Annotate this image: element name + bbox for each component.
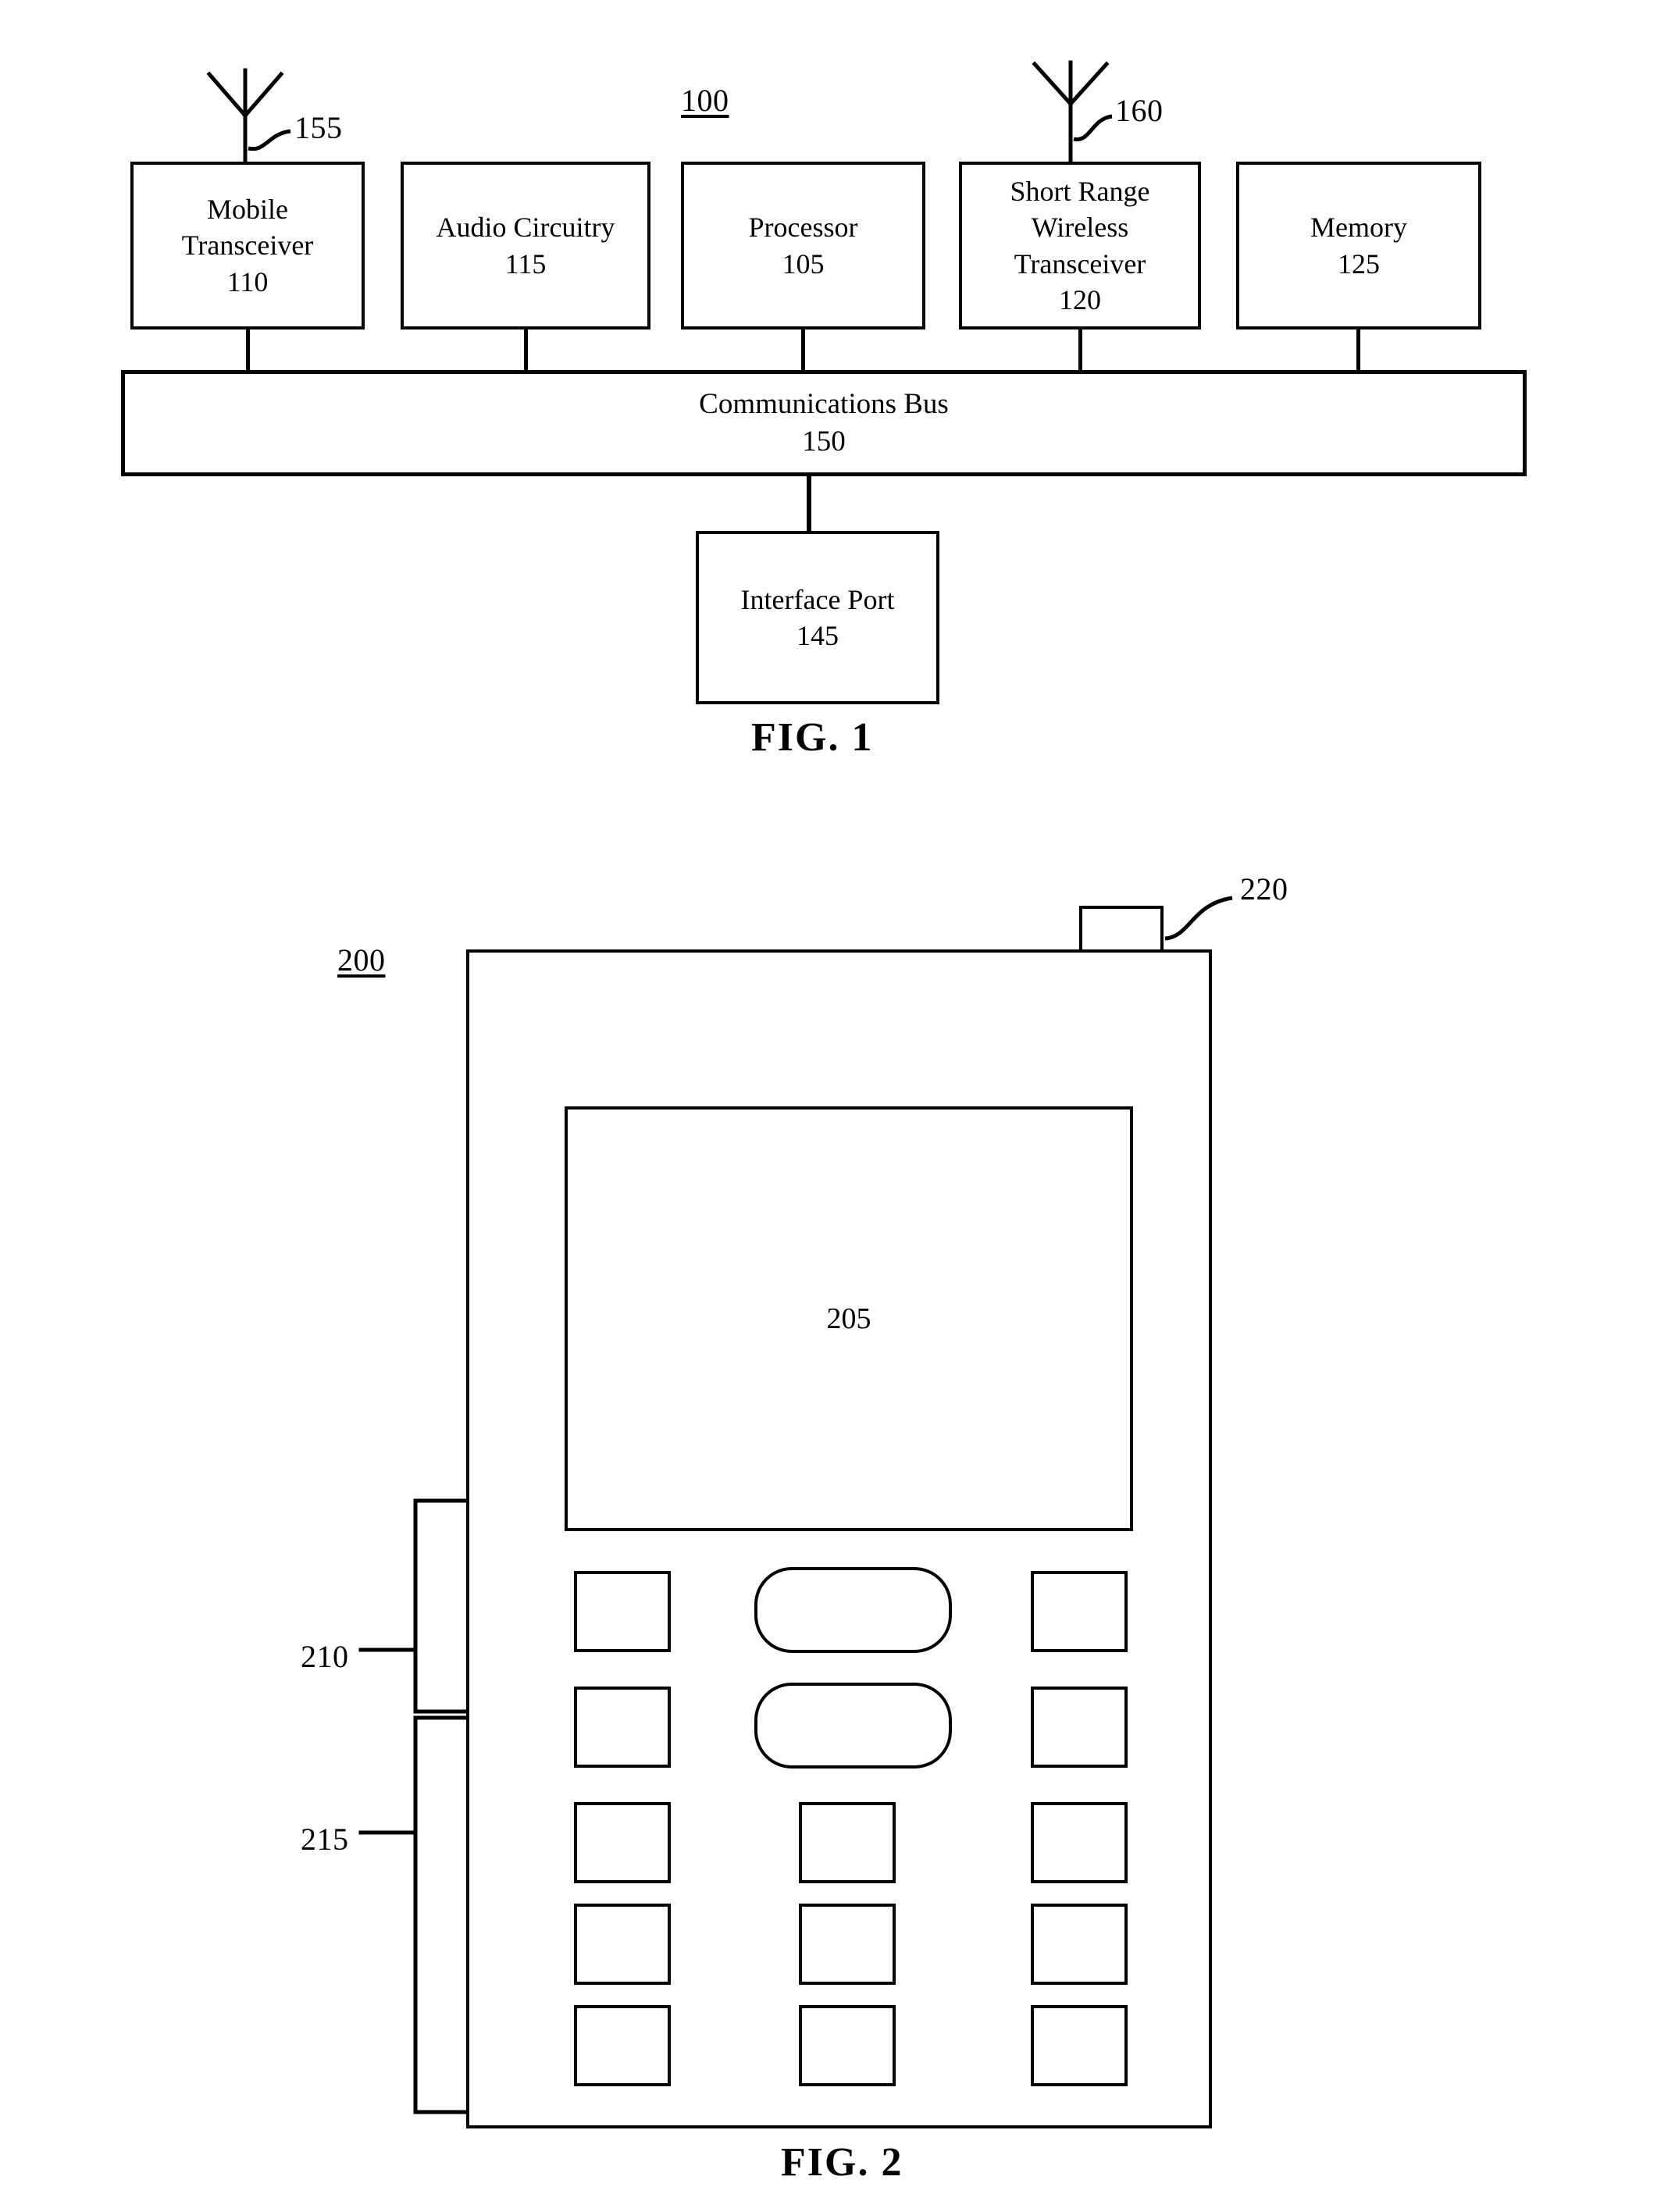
processor-block: Processor 105 <box>681 162 925 329</box>
mobile-transceiver-line-2: Transceiver <box>181 230 314 262</box>
audio-circuitry-block: Audio Circuitry 115 <box>401 162 650 329</box>
patent-drawing-sheet: 100 155 160 Mobile Transceiver 110 Audio… <box>0 0 1675 2212</box>
keypad-button-r1c2-pill[interactable] <box>754 1567 952 1653</box>
audio-circuitry-ref: 115 <box>504 248 547 280</box>
short-range-ref: 120 <box>1059 283 1101 315</box>
connector-processor-bus <box>801 329 805 370</box>
keypad-button-r4c2[interactable] <box>799 1904 896 1985</box>
short-range-wireless-transceiver-block: Short Range Wireless Transceiver 120 <box>959 162 1201 329</box>
connector-audio-circuitry-bus <box>524 329 528 370</box>
keypad-button-r4c1[interactable] <box>574 1904 671 1985</box>
keypad-button-r2c2-pill[interactable] <box>754 1683 952 1769</box>
keypad-button-r3c1[interactable] <box>574 1802 671 1883</box>
short-range-line-3: Transceiver <box>1014 248 1146 280</box>
connector-short-range-bus <box>1078 329 1082 370</box>
interface-port-block: Interface Port 145 <box>696 531 939 704</box>
short-range-line-2: Wireless <box>1031 212 1129 244</box>
keypad-button-r5c2[interactable] <box>799 2005 896 2086</box>
keypad-button-r5c3[interactable] <box>1031 2005 1128 2086</box>
processor-line-1: Processor <box>748 212 858 244</box>
keypad-button-r3c3[interactable] <box>1031 1802 1128 1883</box>
keypad <box>0 820 1675 2212</box>
figure-1: 100 155 160 Mobile Transceiver 110 Audio… <box>0 0 1675 781</box>
memory-line-1: Memory <box>1310 212 1407 244</box>
memory-ref: 125 <box>1338 248 1380 280</box>
keypad-button-r2c1[interactable] <box>574 1687 671 1768</box>
ref-100: 100 <box>681 83 729 118</box>
fig2-caption: FIG. 2 <box>781 2140 903 2185</box>
memory-block: Memory 125 <box>1236 162 1481 329</box>
fig1-caption: FIG. 1 <box>751 715 874 760</box>
connector-mobile-transceiver-bus <box>246 329 250 370</box>
mobile-transceiver-line-1: Mobile <box>207 194 288 226</box>
keypad-button-r1c1[interactable] <box>574 1571 671 1652</box>
audio-circuitry-line-1: Audio Circuitry <box>436 212 615 244</box>
keypad-button-r5c1[interactable] <box>574 2005 671 2086</box>
connector-bus-interface-port <box>807 476 811 531</box>
short-range-line-1: Short Range <box>1010 176 1150 208</box>
keypad-button-r2c3[interactable] <box>1031 1687 1128 1768</box>
keypad-button-r4c3[interactable] <box>1031 1904 1128 1985</box>
communications-bus-block: Communications Bus 150 <box>121 370 1527 476</box>
keypad-button-r3c2[interactable] <box>799 1802 896 1883</box>
communications-bus-line-1: Communications Bus <box>699 387 949 420</box>
figure-2: 200 220 205 210 215 FIG. 2 <box>0 820 1675 2212</box>
ref-210: 210 <box>301 1639 349 1674</box>
ref-215: 215 <box>301 1822 349 1857</box>
ref-160: 160 <box>1115 93 1164 128</box>
interface-port-ref: 145 <box>797 620 839 651</box>
processor-ref: 105 <box>782 248 825 280</box>
keypad-button-r1c3[interactable] <box>1031 1571 1128 1652</box>
connector-memory-bus <box>1356 329 1360 370</box>
mobile-transceiver-block: Mobile Transceiver 110 <box>130 162 365 329</box>
ref-155: 155 <box>294 110 343 145</box>
communications-bus-ref: 150 <box>802 426 846 458</box>
interface-port-line-1: Interface Port <box>740 583 895 615</box>
mobile-transceiver-ref: 110 <box>226 265 269 297</box>
